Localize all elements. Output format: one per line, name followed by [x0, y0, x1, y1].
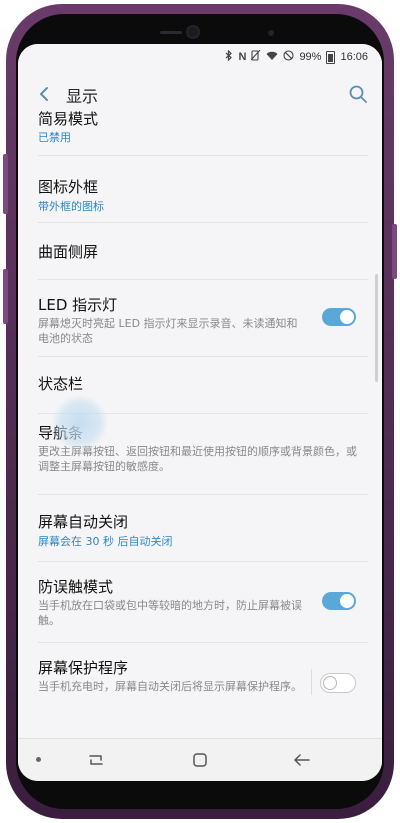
- home-icon: [193, 753, 207, 767]
- setting-easy-mode[interactable]: 简易模式 已禁用: [18, 108, 382, 156]
- bluetooth-icon: [225, 49, 233, 64]
- page-title: 显示: [66, 87, 99, 106]
- toggle-knob: [340, 310, 354, 324]
- search-icon: [349, 85, 367, 103]
- proximity-sensor: [268, 30, 274, 36]
- setting-screensaver[interactable]: 屏幕保护程序 当手机充电时，屏幕自动关闭后将显示屏幕保护程序。: [18, 643, 382, 719]
- scrollbar[interactable]: [375, 274, 378, 382]
- setting-title: 状态栏: [38, 375, 84, 393]
- setting-subtitle: 已禁用: [38, 131, 71, 144]
- setting-edge-screen[interactable]: 曲面侧屏: [18, 223, 382, 279]
- accidental-touch-toggle[interactable]: [322, 592, 356, 610]
- setting-title: 屏幕保护程序: [38, 659, 129, 677]
- mute-icon: [251, 49, 261, 64]
- toggle-knob: [340, 594, 354, 608]
- back-arrow-icon: [40, 87, 48, 101]
- setting-led-indicator[interactable]: LED 指示灯 屏幕熄灭时亮起 LED 指示灯来显示录音、未读通知和电池的状态: [18, 280, 382, 356]
- wifi-icon: [266, 51, 278, 64]
- battery-percent: 99%: [299, 51, 322, 63]
- earpiece-speaker: [160, 31, 182, 34]
- nfc-icon: N: [238, 51, 247, 63]
- setting-accidental-touch[interactable]: 防误触模式 当手机放在口袋或包中等较暗的地方时，防止屏幕被误触。: [18, 562, 382, 642]
- touch-indicator: [52, 395, 108, 451]
- setting-title: 屏幕自动关闭: [38, 513, 129, 531]
- setting-title: LED 指示灯: [38, 296, 118, 314]
- back-nav-button[interactable]: [288, 747, 316, 773]
- setting-title: 简易模式: [38, 110, 99, 128]
- setting-title: 图标外框: [38, 178, 99, 196]
- vertical-separator: [311, 669, 312, 695]
- bixby-button: [3, 269, 8, 324]
- back-icon: [294, 754, 310, 766]
- screensaver-toggle[interactable]: [320, 673, 356, 693]
- battery-icon: [326, 50, 336, 64]
- recents-button[interactable]: [82, 747, 110, 773]
- toggle-knob: [323, 676, 337, 690]
- no-disturb-icon: [283, 50, 294, 64]
- setting-title: 曲面侧屏: [38, 243, 99, 261]
- navigation-bar: [18, 738, 382, 781]
- led-indicator-toggle[interactable]: [322, 308, 356, 326]
- screen: N 99% 16:06 显示 简易模式 已禁用 图标外框 带外框的图标 曲面侧屏…: [18, 44, 382, 781]
- setting-subtitle: 当手机放在口袋或包中等较暗的地方时，防止屏幕被误触。: [38, 599, 302, 627]
- power-button: [392, 224, 397, 279]
- setting-subtitle: 带外框的图标: [38, 200, 104, 213]
- setting-title: 防误触模式: [38, 578, 114, 596]
- volume-button: [3, 154, 8, 214]
- setting-subtitle: 当手机充电时，屏幕自动关闭后将显示屏幕保护程序。: [38, 680, 302, 693]
- home-button[interactable]: [186, 747, 214, 773]
- back-button[interactable]: [32, 82, 56, 106]
- clock: 16:06: [340, 51, 368, 63]
- setting-screen-timeout[interactable]: 屏幕自动关闭 屏幕会在 30 秒 后自动关闭: [18, 495, 382, 561]
- search-button[interactable]: [346, 82, 370, 106]
- setting-subtitle: 屏幕会在 30 秒 后自动关闭: [38, 535, 173, 548]
- recents-icon: [89, 755, 103, 765]
- setting-subtitle: 屏幕熄灭时亮起 LED 指示灯来显示录音、未读通知和电池的状态: [38, 317, 298, 345]
- setting-icon-frames[interactable]: 图标外框 带外框的图标: [18, 156, 382, 222]
- front-camera: [188, 27, 198, 37]
- nav-dot-icon[interactable]: [36, 757, 41, 762]
- status-bar: N 99% 16:06: [18, 44, 382, 70]
